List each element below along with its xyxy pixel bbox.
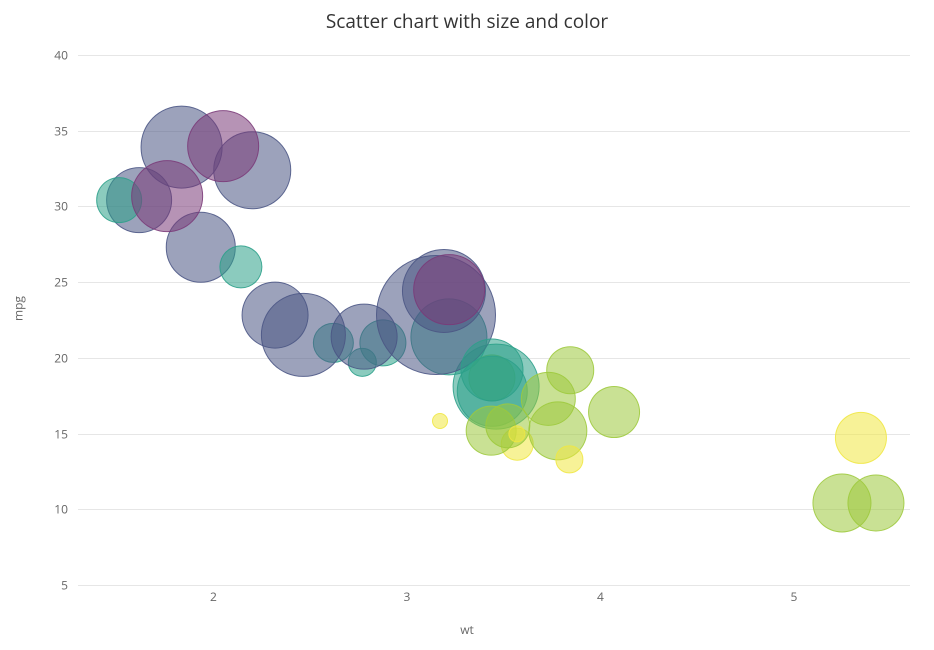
data-point[interactable] [588,386,640,438]
data-point[interactable] [556,446,583,473]
data-point[interactable] [414,254,486,326]
x-axis-label: wt [460,621,474,638]
chart-container: Scatter chart with size and color mpg wt… [0,0,934,650]
data-point[interactable] [547,346,595,394]
grid-line [78,585,910,586]
y-axis-label: mpg [10,296,27,321]
data-point[interactable] [432,413,448,429]
grid-line [78,206,910,207]
x-tick-label: 4 [597,588,604,605]
grid-line [78,55,910,56]
data-point[interactable] [835,412,887,464]
data-point[interactable] [131,160,203,232]
y-tick-label: 25 [38,274,68,291]
x-tick-label: 3 [403,588,410,605]
x-tick-label: 5 [790,588,797,605]
y-tick-label: 35 [38,122,68,139]
y-tick-label: 10 [38,501,68,518]
y-tick-label: 40 [38,47,68,64]
grid-line [78,282,910,283]
data-point[interactable] [187,110,259,182]
grid-line [78,509,910,510]
chart-title: Scatter chart with size and color [0,8,934,34]
data-point[interactable] [847,475,904,532]
data-point[interactable] [331,303,398,370]
y-tick-label: 5 [38,577,68,594]
x-tick-label: 2 [210,588,217,605]
plot-area[interactable]: 5101520253035402345 [78,55,910,585]
y-tick-label: 30 [38,198,68,215]
y-tick-label: 15 [38,425,68,442]
y-tick-label: 20 [38,349,68,366]
